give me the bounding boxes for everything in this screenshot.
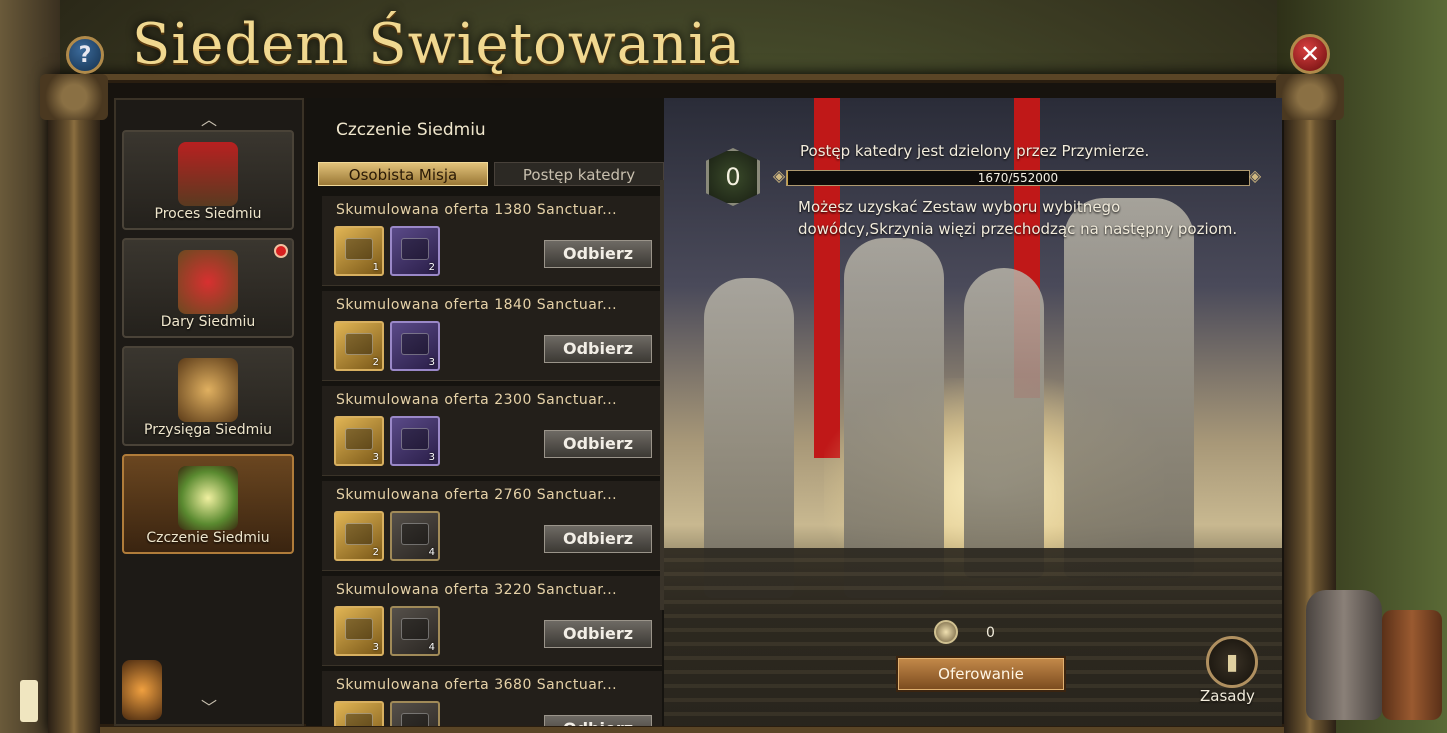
sidebar-item-label: Czczenie Siedmiu xyxy=(146,530,270,546)
scales-statue xyxy=(844,238,944,598)
statue-banner-icon xyxy=(178,142,238,206)
sidebar: ︿ Proces Siedmiu Dary Siedmiu Przysięga … xyxy=(114,98,304,726)
dark-chest-icon[interactable] xyxy=(390,701,440,726)
sidebar-item-przysiega-siedmiu[interactable]: Przysięga Siedmiu xyxy=(122,346,294,446)
offer-button[interactable]: Oferowanie xyxy=(896,656,1066,692)
robed-statue xyxy=(1064,198,1194,578)
stairs xyxy=(664,548,1282,726)
task-row: Skumulowana oferta 2760 Sanctuar... 2 4 … xyxy=(322,481,662,571)
gold-chest-icon[interactable]: 2 xyxy=(334,321,384,371)
help-button[interactable]: ? xyxy=(66,36,104,74)
left-pillar xyxy=(40,74,108,733)
sidebar-item-label: Proces Siedmiu xyxy=(154,206,262,222)
reward-count: 3 xyxy=(372,452,379,463)
gold-chest-icon[interactable]: 2 xyxy=(334,511,384,561)
reward-count: 4 xyxy=(428,642,435,653)
task-row: Skumulowana oferta 1380 Sanctuar... 1 2 … xyxy=(322,196,662,286)
reward-count: 3 xyxy=(428,357,435,368)
reward-count: 4 xyxy=(428,547,435,558)
window-title: Siedem Świętowania xyxy=(132,12,742,77)
progress-text: 1670/552000 xyxy=(977,171,1059,185)
lantern-icon xyxy=(122,660,162,720)
section-title: Czczenie Siedmiu xyxy=(336,120,486,140)
task-title: Skumulowana oferta 3220 Sanctuar... xyxy=(336,582,618,598)
claim-button[interactable]: Odbierz xyxy=(544,620,652,648)
scales-book-icon xyxy=(178,358,238,422)
gold-chest-icon[interactable]: 3 xyxy=(334,416,384,466)
gold-chest-icon[interactable] xyxy=(334,701,384,726)
claim-button[interactable]: Odbierz xyxy=(544,525,652,553)
reward-count: 2 xyxy=(372,357,379,368)
claim-button[interactable]: Odbierz xyxy=(544,715,652,726)
task-title: Skumulowana oferta 1380 Sanctuar... xyxy=(336,202,618,218)
task-title: Skumulowana oferta 2300 Sanctuar... xyxy=(336,392,618,408)
reward-count: 2 xyxy=(372,547,379,558)
rules-book-icon[interactable]: ▮ xyxy=(1206,636,1258,688)
tab-osobista-misja[interactable]: Osobista Misja xyxy=(318,162,488,186)
sidebar-item-dary-siedmiu[interactable]: Dary Siedmiu xyxy=(122,238,294,338)
claim-button[interactable]: Odbierz xyxy=(544,240,652,268)
scroll-up-icon[interactable]: ︿ xyxy=(116,106,302,130)
reward-description: Możesz uzyskać Zestaw wyboru wybitnego d… xyxy=(798,198,1238,238)
gold-chest-icon[interactable]: 3 xyxy=(334,606,384,656)
shared-progress-text: Postęp katedry jest dzielony przez Przym… xyxy=(800,142,1150,160)
purple-chest-icon[interactable]: 3 xyxy=(390,416,440,466)
reward-count: 2 xyxy=(428,262,435,273)
sidebar-item-czczenie-siedmiu[interactable]: Czczenie Siedmiu xyxy=(122,454,294,554)
offering-coin-icon xyxy=(934,620,958,644)
jar-icon xyxy=(1306,590,1382,720)
task-title: Skumulowana oferta 2760 Sanctuar... xyxy=(336,487,618,503)
dark-chest-icon[interactable]: 4 xyxy=(390,511,440,561)
claim-button[interactable]: Odbierz xyxy=(544,430,652,458)
task-row: Skumulowana oferta 3680 Sanctuar... Odbi… xyxy=(322,671,662,726)
gold-chest-icon[interactable]: 1 xyxy=(334,226,384,276)
task-title: Skumulowana oferta 1840 Sanctuar... xyxy=(336,297,618,313)
rules-label[interactable]: Zasady xyxy=(1200,687,1255,705)
goblet-icon xyxy=(178,250,238,314)
sidebar-item-label: Dary Siedmiu xyxy=(160,314,256,330)
dark-chest-icon[interactable]: 4 xyxy=(390,606,440,656)
barrel-icon xyxy=(1382,610,1442,720)
task-row: Skumulowana oferta 3220 Sanctuar... 3 4 … xyxy=(322,576,662,666)
candle-icon xyxy=(20,680,38,722)
sidebar-item-label: Przysięga Siedmiu xyxy=(144,422,272,438)
purple-chest-icon[interactable]: 2 xyxy=(390,226,440,276)
close-button[interactable]: ✕ xyxy=(1290,34,1330,74)
notification-badge xyxy=(274,244,288,258)
task-row: Skumulowana oferta 1840 Sanctuar... 2 3 … xyxy=(322,291,662,381)
cathedral-progress-bar: 1670/552000 xyxy=(786,170,1250,186)
reward-count: 1 xyxy=(372,262,379,273)
purple-chest-icon[interactable]: 3 xyxy=(390,321,440,371)
task-row: Skumulowana oferta 2300 Sanctuar... 3 3 … xyxy=(322,386,662,476)
tab-postep-katedry[interactable]: Postęp katedry xyxy=(494,162,664,186)
cathedral-icon xyxy=(178,466,238,530)
task-title: Skumulowana oferta 3680 Sanctuar... xyxy=(336,677,618,693)
sidebar-item-proces-siedmiu[interactable]: Proces Siedmiu xyxy=(122,130,294,230)
claim-button[interactable]: Odbierz xyxy=(544,335,652,363)
reward-count: 3 xyxy=(428,452,435,463)
mission-panel: Czczenie Siedmiu Osobista Misja Postęp k… xyxy=(306,98,664,726)
reward-count: 3 xyxy=(372,642,379,653)
maiden-statue xyxy=(964,268,1044,578)
offering-coin-count: 0 xyxy=(986,625,995,641)
task-list: Skumulowana oferta 1380 Sanctuar... 1 2 … xyxy=(322,196,662,726)
bar-right-cap-icon: ◈ xyxy=(1248,166,1262,185)
